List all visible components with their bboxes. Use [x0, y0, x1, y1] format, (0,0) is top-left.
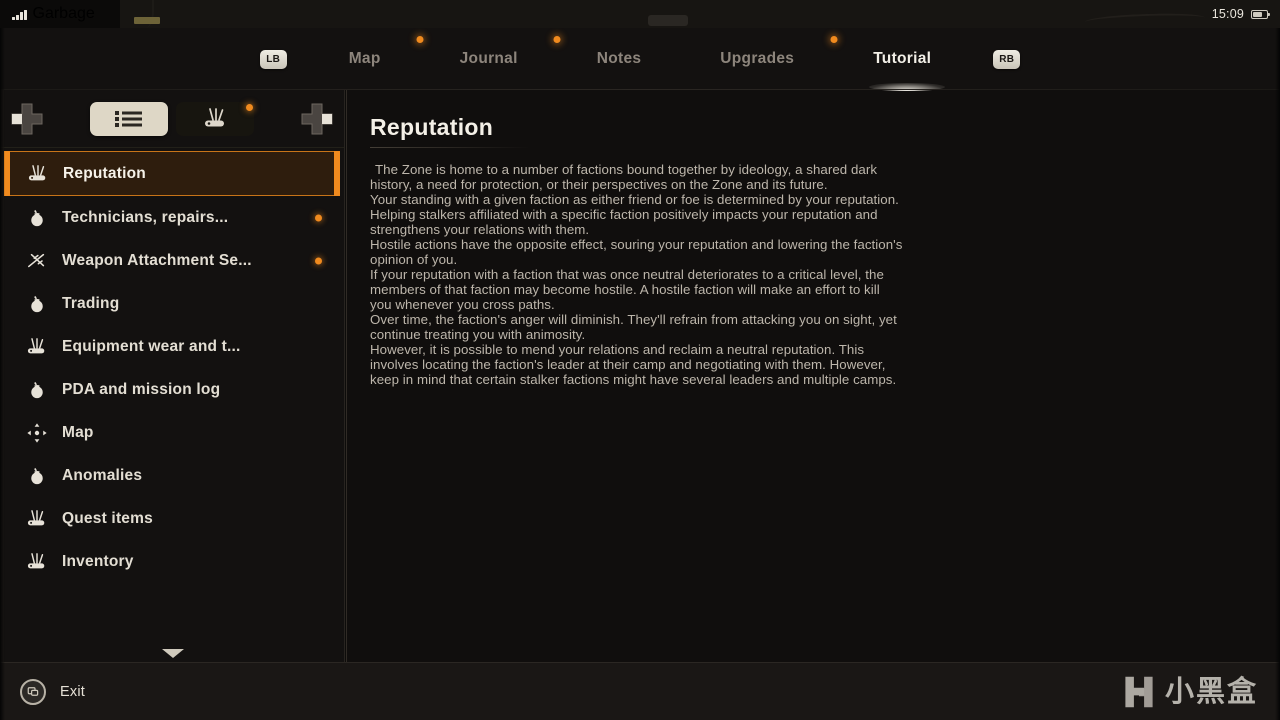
- tutorial-topic-list[interactable]: Reputation Technicians, repairs... Weapo…: [0, 148, 344, 633]
- sidebar-item-technicians[interactable]: Technicians, repairs...: [4, 196, 340, 239]
- status-bar-frame-decor: [120, 0, 1212, 29]
- multitool-icon: [205, 107, 224, 126]
- paragraph: Over time, the faction's anger will dimi…: [370, 312, 897, 342]
- sidebar-item-label: Quest items: [62, 509, 153, 527]
- paragraph: However, it is possible to mend your rel…: [370, 342, 897, 387]
- dpad-right-icon[interactable]: [300, 102, 334, 136]
- frame-notch-decor: [648, 15, 688, 26]
- nav-notification-dot-3: [800, 28, 867, 90]
- sidebar-item-anomalies[interactable]: Anomalies: [4, 454, 340, 497]
- multitool-icon: [26, 508, 48, 530]
- multitool-icon: [26, 551, 48, 573]
- tab-tutorial[interactable]: Tutorial: [867, 50, 937, 68]
- right-bumper-button[interactable]: RB: [993, 49, 1021, 69]
- multitool-icon: [26, 336, 48, 358]
- pouch-icon: [26, 465, 48, 487]
- paragraph: The Zone is home to a number of factions…: [370, 162, 878, 192]
- watermark: 小黑盒: [1122, 673, 1258, 711]
- tab-upgrades[interactable]: Upgrades: [714, 50, 800, 68]
- exit-label: Exit: [60, 683, 85, 700]
- sidebar-view-toggles: [46, 101, 298, 136]
- map-move-icon: [26, 422, 48, 444]
- sidebar-scroll-down[interactable]: [0, 649, 345, 658]
- sidebar-item-label: Weapon Attachment Se...: [62, 251, 252, 269]
- signal-bars-icon: [12, 9, 27, 20]
- view-toggle-list[interactable]: [90, 101, 168, 136]
- os-status-bar: Garbage 15:09: [0, 0, 1280, 29]
- sidebar-item-label: Map: [62, 423, 94, 441]
- sidebar-item-label: Inventory: [62, 552, 134, 570]
- sidebar-item-label: Trading: [62, 294, 120, 312]
- exit-button[interactable]: Exit: [0, 678, 85, 705]
- clock-label: 15:09: [1211, 7, 1244, 21]
- watermark-text: 小黑盒: [1164, 675, 1258, 708]
- carrier-label: Garbage: [32, 5, 95, 22]
- tutorial-sidebar: Reputation Technicians, repairs... Weapo…: [0, 90, 345, 662]
- status-bar-left: Garbage: [0, 0, 120, 28]
- nav-spacer-3: [647, 28, 714, 90]
- sidebar-item-pda-mission-log[interactable]: PDA and mission log: [4, 368, 340, 411]
- tab-notes[interactable]: Notes: [591, 50, 648, 68]
- game-tutorial-screen: Garbage 15:09 LB Map Journal Notes Upgra…: [0, 0, 1280, 720]
- tab-journal[interactable]: Journal: [454, 50, 524, 68]
- sidebar-item-trading[interactable]: Trading: [4, 282, 340, 325]
- sidebar-item-label: Equipment wear and t...: [62, 337, 241, 355]
- sidebar-item-map[interactable]: Map: [4, 411, 340, 454]
- page-title: Reputation: [370, 114, 494, 140]
- pouch-icon: [26, 379, 48, 401]
- sidebar-notification-dot: [315, 214, 322, 221]
- tutorial-content-panel: Reputation The Zone is home to a number …: [346, 90, 1280, 662]
- list-view-icon: [115, 110, 142, 127]
- battery-icon: [1251, 9, 1271, 19]
- status-bar-right: 15:09: [1212, 0, 1280, 28]
- title-divider: [370, 147, 530, 148]
- pouch-icon: [26, 207, 48, 229]
- xiaoheihe-logo-icon: [1125, 676, 1153, 708]
- pouch-icon: [26, 293, 48, 315]
- chevron-down-icon: [161, 649, 184, 658]
- sidebar-item-equipment-wear[interactable]: Equipment wear and t...: [4, 325, 340, 368]
- main-body: Reputation Technicians, repairs... Weapo…: [0, 90, 1280, 662]
- sidebar-item-label: Reputation: [63, 164, 146, 182]
- dpad-left-icon[interactable]: [10, 102, 44, 136]
- frame-swoosh-decor: [1084, 11, 1206, 29]
- top-navigation-bar: LB Map Journal Notes Upgrades Tutorial R…: [0, 28, 1280, 91]
- sidebar-item-reputation[interactable]: Reputation: [4, 151, 340, 196]
- sidebar-notification-dot: [315, 257, 322, 264]
- view-toggle-multitool[interactable]: [176, 101, 254, 136]
- tutorial-body-text: The Zone is home to a number of factions…: [370, 162, 903, 387]
- sidebar-header: [0, 90, 344, 148]
- sidebar-item-label: Anomalies: [62, 466, 143, 484]
- multitool-notification-dot: [246, 103, 253, 111]
- paragraph: Hostile actions have the opposite effect…: [370, 237, 903, 267]
- left-bumper-button[interactable]: LB: [259, 49, 287, 69]
- sidebar-item-quest-items[interactable]: Quest items: [4, 497, 340, 540]
- paragraph: Your standing with a given faction as ei…: [370, 192, 899, 237]
- sidebar-item-label: PDA and mission log: [62, 380, 221, 398]
- nav-notification-dot-1: [387, 28, 454, 90]
- multitool-icon: [27, 163, 49, 185]
- nav-notification-dot-2: [524, 28, 591, 90]
- gamepad-button-icon: [20, 678, 46, 705]
- frame-batt-decor: [134, 17, 160, 24]
- sidebar-item-label: Technicians, repairs...: [62, 208, 229, 226]
- tab-map[interactable]: Map: [343, 50, 387, 68]
- footer-bar: Exit 小黑盒: [0, 662, 1280, 720]
- paragraph: If your reputation with a faction that w…: [370, 267, 884, 312]
- nav-tab-list: LB Map Journal Notes Upgrades Tutorial R…: [0, 28, 1280, 90]
- sidebar-item-inventory[interactable]: Inventory: [4, 540, 340, 583]
- sidebar-item-weapon-attachment[interactable]: Weapon Attachment Se...: [4, 239, 340, 282]
- attachment-icon: [26, 250, 48, 272]
